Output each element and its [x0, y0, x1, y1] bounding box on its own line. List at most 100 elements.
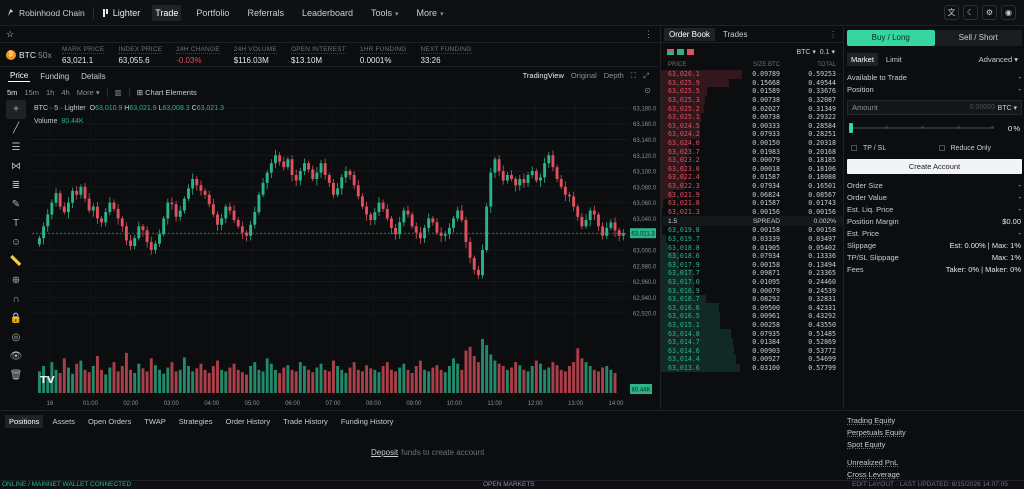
tab-strategies[interactable]: Strategies	[175, 415, 217, 428]
text-icon[interactable]: T	[6, 214, 26, 233]
tab-positions[interactable]: Positions	[5, 414, 44, 428]
timeframe-more[interactable]: More ▾	[77, 88, 100, 97]
ruler-icon[interactable]: 📏	[6, 252, 26, 271]
ask-row[interactable]: 63,023.7 0.01983 0.20168	[661, 147, 843, 156]
pair-selector[interactable]: ₿ BTC 50x	[6, 49, 62, 60]
nav-portfolio[interactable]: Portfolio	[193, 5, 232, 21]
view-both-icon[interactable]	[667, 48, 674, 55]
open-markets-button[interactable]: OPEN MARKETS	[483, 481, 535, 488]
visibility-icon[interactable]: ◎	[6, 328, 26, 347]
emoji-icon[interactable]: ☺	[6, 233, 26, 252]
ask-row[interactable]: 63,023.0 0.00018 0.18106	[661, 164, 843, 174]
timeframe-1h[interactable]: 1h	[46, 88, 54, 97]
ask-row[interactable]: 63,025.2 0.02027 0.31349	[661, 104, 843, 113]
timeframe-5m[interactable]: 5m	[7, 88, 17, 97]
ask-row[interactable]: 63,024.2 0.07933 0.28251	[661, 130, 843, 139]
ask-row[interactable]: 63,025.5 0.01589 0.33676	[661, 87, 843, 96]
reduce-only-checkbox[interactable]: Reduce Only	[935, 145, 1023, 152]
magnet-icon[interactable]: ∩	[6, 290, 26, 309]
tab-tradingview[interactable]: TradingView	[523, 71, 564, 81]
chart-elements-button[interactable]: ⊞ Chart Elements	[137, 88, 197, 97]
tab-order-history[interactable]: Order History	[221, 415, 274, 428]
bid-row[interactable]: 63,016.6 0.09500 0.42331	[661, 303, 843, 313]
orderbook-unit-select[interactable]: BTC ▾ 0.1 ▾	[796, 48, 835, 56]
ask-row[interactable]: 63,026.1 0.09789 0.59253	[661, 70, 843, 79]
size-slider[interactable]: 0 %	[849, 123, 1022, 133]
tab-open-orders[interactable]: Open Orders	[84, 415, 135, 428]
ask-row[interactable]: 63,021.8 0.01587 0.01743	[661, 198, 843, 208]
sell-short-button[interactable]: Sell / Short	[934, 30, 1022, 46]
bid-row[interactable]: 63,019.7 0.03339 0.03497	[661, 234, 843, 244]
ask-row[interactable]: 63,021.9 0.06824 0.08567	[661, 190, 843, 199]
more-icon[interactable]: ⋮	[829, 30, 837, 39]
nav-trade[interactable]: Trade	[152, 4, 182, 21]
brand-lighter[interactable]: Lighter	[102, 8, 140, 18]
trendline-icon[interactable]: ╱	[6, 119, 26, 138]
tab-price[interactable]: Price	[8, 70, 31, 82]
tpsl-checkbox[interactable]: TP / SL	[847, 145, 935, 152]
nav-referrals[interactable]: Referrals	[244, 5, 287, 21]
ask-row[interactable]: 63,023.2 0.00079 0.18185	[661, 155, 843, 165]
language-icon[interactable]: 文	[944, 5, 959, 20]
amount-field[interactable]: Amount 0.00000 BTC ▾	[847, 100, 1022, 115]
tab-funding-history[interactable]: Funding History	[337, 415, 398, 428]
nav-tools[interactable]: Tools ▾	[368, 5, 402, 21]
crosshair-icon[interactable]: +	[6, 100, 26, 119]
tab-twap[interactable]: TWAP	[140, 415, 169, 428]
advanced-dropdown[interactable]: Advanced ▾	[979, 55, 1018, 64]
ask-row[interactable]: 63,022.4 0.01587 0.18088	[661, 173, 843, 182]
brush-icon[interactable]: ✎	[6, 195, 26, 214]
pitchfork-icon[interactable]: ⋈	[6, 157, 26, 176]
eye-icon[interactable]: 👁	[6, 347, 26, 366]
price-chart[interactable]: 63,180.0 63,160.0 63,140.0 63,120.0 63,100.0…	[30, 99, 659, 409]
layout-status[interactable]: EDIT LAYOUT · LAST UPDATED: 8/15/2026 14…	[852, 481, 1008, 488]
expand-icon[interactable]: ⤢	[643, 71, 649, 81]
ask-row[interactable]: 63,025.9 0.15668 0.49544	[661, 78, 843, 88]
ask-row[interactable]: 63,025.3 0.00738 0.32087	[661, 95, 843, 105]
candle-type-icon[interactable]: ▥	[115, 88, 122, 97]
bid-row[interactable]: 63,018.6 0.07934 0.13336	[661, 251, 843, 261]
tab-order-book[interactable]: Order Book	[664, 28, 715, 41]
bid-row[interactable]: 63,018.8 0.01905 0.05402	[661, 243, 843, 252]
bid-row[interactable]: 63,017.0 0.01095 0.24460	[661, 277, 843, 287]
star-icon[interactable]: ☆	[6, 29, 14, 40]
tab-market[interactable]: Market	[847, 52, 878, 66]
amount-unit-select[interactable]: BTC ▾	[998, 104, 1017, 112]
account-unrealized-pnl[interactable]: Unrealized PnL	[847, 457, 1024, 469]
tab-details[interactable]: Details	[79, 71, 107, 82]
tab-limit[interactable]: Limit	[882, 53, 906, 66]
nav-more[interactable]: More ▾	[414, 5, 447, 21]
tab-trades[interactable]: Trades	[718, 28, 753, 41]
bid-row[interactable]: 63,014.8 0.07935 0.51485	[661, 329, 843, 338]
bid-row[interactable]: 63,015.1 0.00258 0.43550	[661, 320, 843, 330]
bid-row[interactable]: 63,017.7 0.09871 0.23365	[661, 269, 843, 278]
nav-leaderboard[interactable]: Leaderboard	[299, 5, 356, 21]
create-account-button[interactable]: Create Account	[847, 159, 1022, 174]
tab-assets[interactable]: Assets	[48, 415, 79, 428]
tab-trade-history[interactable]: Trade History	[279, 415, 332, 428]
moon-icon[interactable]: ☾	[963, 5, 978, 20]
view-asks-icon[interactable]	[687, 48, 694, 55]
tab-funding[interactable]: Funding	[38, 71, 71, 82]
fullscreen-icon[interactable]: ⛶	[631, 71, 636, 81]
view-bids-icon[interactable]	[677, 48, 684, 55]
bid-row[interactable]: 63,016.9 0.00079 0.24539	[661, 286, 843, 295]
timeframe-4h[interactable]: 4h	[61, 88, 69, 97]
lock-icon[interactable]: 🔒	[6, 309, 26, 328]
zoom-icon[interactable]: ⊕	[6, 271, 26, 290]
trash-icon[interactable]: 🗑	[6, 366, 26, 385]
ask-row[interactable]: 63,022.3 0.07934 0.16501	[661, 181, 843, 191]
account-perpetuals-equity[interactable]: Perpetuals Equity	[847, 427, 1024, 439]
bid-row[interactable]: 63,016.7 0.08292 0.32831	[661, 294, 843, 304]
ask-row[interactable]: 63,024.0 0.00150 0.20318	[661, 138, 843, 148]
account-spot-equity[interactable]: Spot Equity	[847, 439, 1024, 451]
slider-thumb[interactable]	[849, 123, 853, 133]
deposit-link[interactable]: Deposit	[371, 448, 398, 457]
ask-row[interactable]: 63,025.1 0.00738 0.29322	[661, 112, 843, 122]
more-icon[interactable]: ⋮	[644, 29, 653, 40]
ask-row[interactable]: 63,024.5 0.00333 0.28584	[661, 121, 843, 131]
bid-row[interactable]: 63,014.4 0.00927 0.54699	[661, 355, 843, 364]
account-trading-equity[interactable]: Trading Equity	[847, 415, 1024, 427]
bid-row[interactable]: 63,014.7 0.01384 0.52869	[661, 337, 843, 347]
account-icon[interactable]: ◉	[1001, 5, 1016, 20]
